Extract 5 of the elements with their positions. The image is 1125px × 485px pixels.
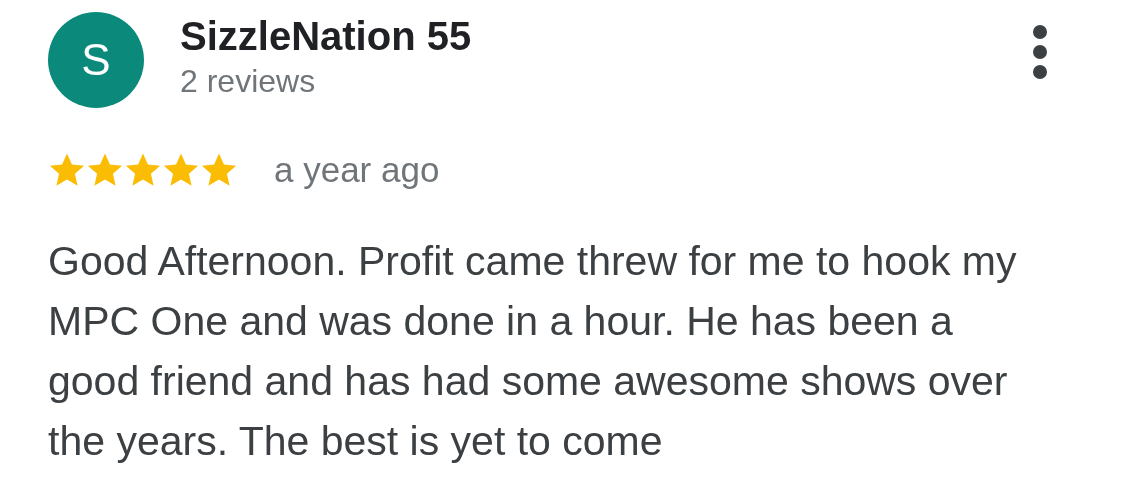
review-time: a year ago bbox=[274, 149, 440, 191]
avatar: S bbox=[48, 12, 144, 108]
review-text: Good Afternoon. Profit came threw for me to hook my MPC One and was done in a hour. He has been a good friend and has had some awesome shows over the years. The best is yet to come bbox=[48, 236, 1018, 466]
review-count: 2 reviews bbox=[180, 62, 317, 101]
reviewer-name: SizzleNation 55 bbox=[180, 14, 473, 58]
